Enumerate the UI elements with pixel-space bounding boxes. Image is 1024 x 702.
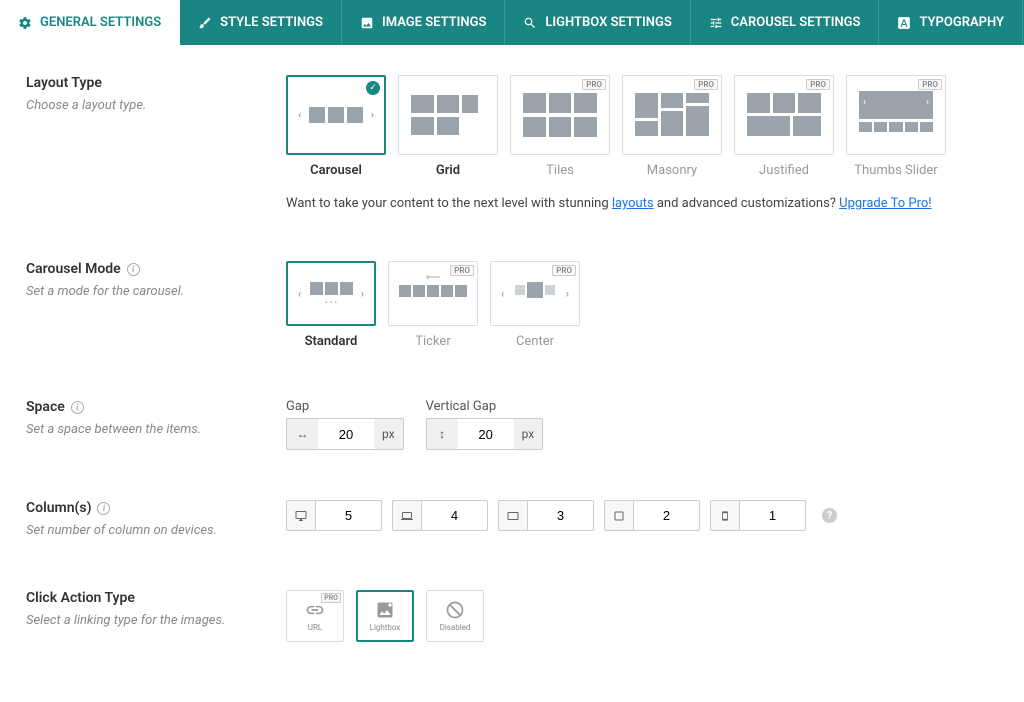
layout-title: Layout Type [26, 75, 286, 91]
vertical-arrow-icon: ↕ [426, 418, 458, 450]
layout-option-masonry[interactable]: PRO [622, 75, 722, 155]
help-icon[interactable]: ? [822, 508, 837, 523]
mode-option-label: Ticker [415, 334, 450, 349]
layout-desc: Choose a layout type. [26, 97, 286, 115]
layout-option-label: Masonry [647, 163, 697, 178]
layout-option-label: Carousel [310, 163, 362, 178]
tablet-landscape-icon [498, 500, 528, 531]
row-layout-type: Layout Type Choose a layout type. ✓ ‹› C… [26, 75, 998, 211]
layout-option-label: Tiles [546, 163, 574, 178]
layout-option-carousel[interactable]: ✓ ‹› [286, 75, 386, 155]
tab-general[interactable]: GENERAL SETTINGS [0, 0, 180, 45]
mode-option-center[interactable]: PRO ‹› [490, 261, 580, 326]
tab-label: TYPOGRAPHY [919, 15, 1004, 30]
row-click-action: Click Action Type Select a linking type … [26, 590, 998, 642]
gap-input[interactable] [318, 418, 374, 450]
tab-typography[interactable]: TYPOGRAPHY [879, 0, 1023, 45]
click-option-label: URL [308, 623, 322, 632]
vgap-unit: px [514, 418, 544, 450]
vgap-label: Vertical Gap [426, 399, 544, 414]
tab-label: IMAGE SETTINGS [382, 15, 486, 30]
upsell-upgrade-link[interactable]: Upgrade To Pro! [839, 196, 931, 211]
tabs-bar: GENERAL SETTINGS STYLE SETTINGS IMAGE SE… [0, 0, 1024, 45]
tab-style[interactable]: STYLE SETTINGS [180, 0, 342, 45]
search-icon [523, 16, 537, 30]
tab-carousel[interactable]: CAROUSEL SETTINGS [691, 0, 880, 45]
brush-icon [198, 16, 212, 30]
col-desktop-input[interactable] [316, 500, 382, 531]
space-desc: Set a space between the items. [26, 421, 286, 439]
click-desc: Select a linking type for the images. [26, 612, 286, 630]
tab-label: LIGHTBOX SETTINGS [545, 15, 671, 30]
desktop-icon [286, 500, 316, 531]
row-columns: Column(s) i Set number of column on devi… [26, 500, 998, 540]
horizontal-arrow-icon: ↔ [286, 418, 318, 450]
tablet-icon [604, 500, 634, 531]
click-option-lightbox[interactable]: Lightbox [356, 590, 414, 642]
row-carousel-mode: Carousel Mode i Set a mode for the carou… [26, 261, 998, 349]
font-icon [897, 16, 911, 30]
upsell-layouts-link[interactable]: layouts [612, 196, 654, 211]
layout-option-label: Grid [436, 163, 460, 178]
upsell-text: Want to take your content to the next le… [286, 196, 998, 211]
row-space: Space i Set a space between the items. G… [26, 399, 998, 450]
col-tablet-input[interactable] [634, 500, 700, 531]
mode-option-ticker[interactable]: PRO ⟵ [388, 261, 478, 326]
click-option-disabled[interactable]: Disabled [426, 590, 484, 642]
mode-option-label: Center [516, 334, 554, 349]
info-icon[interactable]: i [97, 502, 110, 515]
layout-option-label: Thumbs Slider [854, 163, 937, 178]
gap-unit: px [374, 418, 404, 450]
info-icon[interactable]: i [71, 401, 84, 414]
sliders-icon [709, 16, 723, 30]
mobile-icon [710, 500, 740, 531]
gap-label: Gap [286, 399, 404, 414]
tab-image[interactable]: IMAGE SETTINGS [342, 0, 505, 45]
space-title: Space [26, 399, 65, 415]
layout-option-label: Justified [759, 163, 809, 178]
columns-title: Column(s) [26, 500, 91, 516]
click-title: Click Action Type [26, 590, 286, 606]
tab-label: STYLE SETTINGS [220, 15, 323, 30]
layout-option-grid[interactable] [398, 75, 498, 155]
col-mobile-input[interactable] [740, 500, 806, 531]
click-option-url[interactable]: PRO URL [286, 590, 344, 642]
vgap-input[interactable] [458, 418, 514, 450]
col-tablet-landscape-input[interactable] [528, 500, 594, 531]
click-option-label: Disabled [440, 623, 471, 632]
mode-option-label: Standard [305, 334, 358, 349]
mode-option-standard[interactable]: ‹› • • • [286, 261, 376, 326]
ban-icon [445, 600, 465, 620]
pro-badge: PRO [321, 593, 341, 603]
image-icon [360, 16, 374, 30]
tab-lightbox[interactable]: LIGHTBOX SETTINGS [505, 0, 690, 45]
layout-option-justified[interactable]: PRO [734, 75, 834, 155]
gear-icon [18, 16, 32, 30]
content: Layout Type Choose a layout type. ✓ ‹› C… [0, 45, 1024, 702]
tab-label: CAROUSEL SETTINGS [731, 15, 861, 30]
mode-title: Carousel Mode [26, 261, 121, 277]
lightbox-icon [375, 600, 395, 620]
columns-desc: Set number of column on devices. [26, 522, 286, 540]
info-icon[interactable]: i [127, 263, 140, 276]
click-option-label: Lightbox [370, 623, 401, 632]
layout-option-thumbs-slider[interactable]: PRO ‹› [846, 75, 946, 155]
mode-desc: Set a mode for the carousel. [26, 283, 286, 301]
laptop-icon [392, 500, 422, 531]
tab-label: GENERAL SETTINGS [40, 15, 161, 30]
layout-option-tiles[interactable]: PRO [510, 75, 610, 155]
col-laptop-input[interactable] [422, 500, 488, 531]
link-icon [305, 600, 325, 620]
